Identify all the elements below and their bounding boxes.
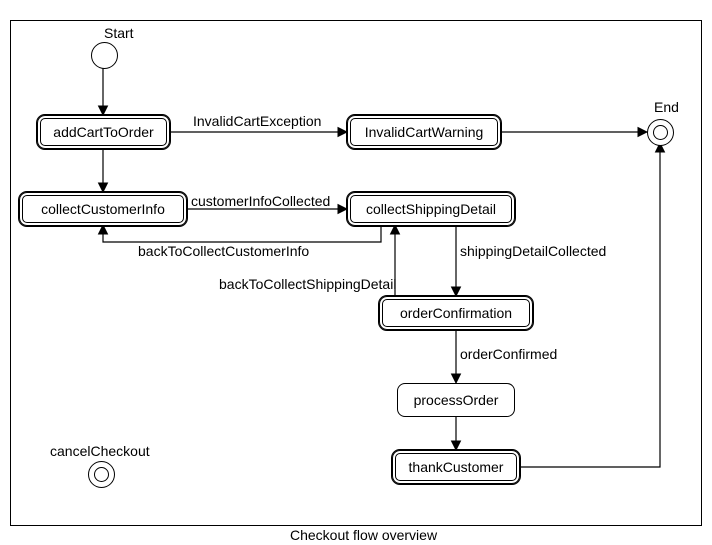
node-collect-customer-info: collectCustomerInfo bbox=[19, 192, 187, 226]
node-thank-customer: thankCustomer bbox=[392, 450, 520, 484]
cancel-node-inner bbox=[94, 467, 109, 482]
node-process-order: processOrder bbox=[397, 383, 515, 417]
edge-invalid-cart-exception: InvalidCartException bbox=[193, 113, 321, 129]
start-node bbox=[91, 42, 118, 69]
node-collect-shipping-detail: collectShippingDetail bbox=[347, 192, 515, 226]
end-label: End bbox=[654, 99, 679, 115]
node-invalid-cart-warning: InvalidCartWarning bbox=[347, 115, 501, 149]
diagram-caption: Checkout flow overview bbox=[290, 527, 437, 543]
edge-shipping-detail-collected: shippingDetailCollected bbox=[460, 243, 606, 259]
node-cancel-checkout: cancelCheckout bbox=[50, 443, 150, 459]
edge-back-to-collect-customer-info: backToCollectCustomerInfo bbox=[138, 243, 309, 259]
diagram-frame: Start End addCartToOrder InvalidCartWarn… bbox=[0, 0, 712, 545]
start-label: Start bbox=[104, 25, 134, 41]
edge-order-confirmed: orderConfirmed bbox=[460, 346, 557, 362]
edge-back-to-collect-shipping-detail: backToCollectShippingDetail bbox=[219, 276, 396, 292]
edge-customer-info-collected: customerInfoCollected bbox=[191, 193, 330, 209]
node-add-cart-to-order: addCartToOrder bbox=[37, 115, 170, 149]
end-node-inner bbox=[653, 125, 668, 140]
node-order-confirmation: orderConfirmation bbox=[379, 296, 533, 330]
